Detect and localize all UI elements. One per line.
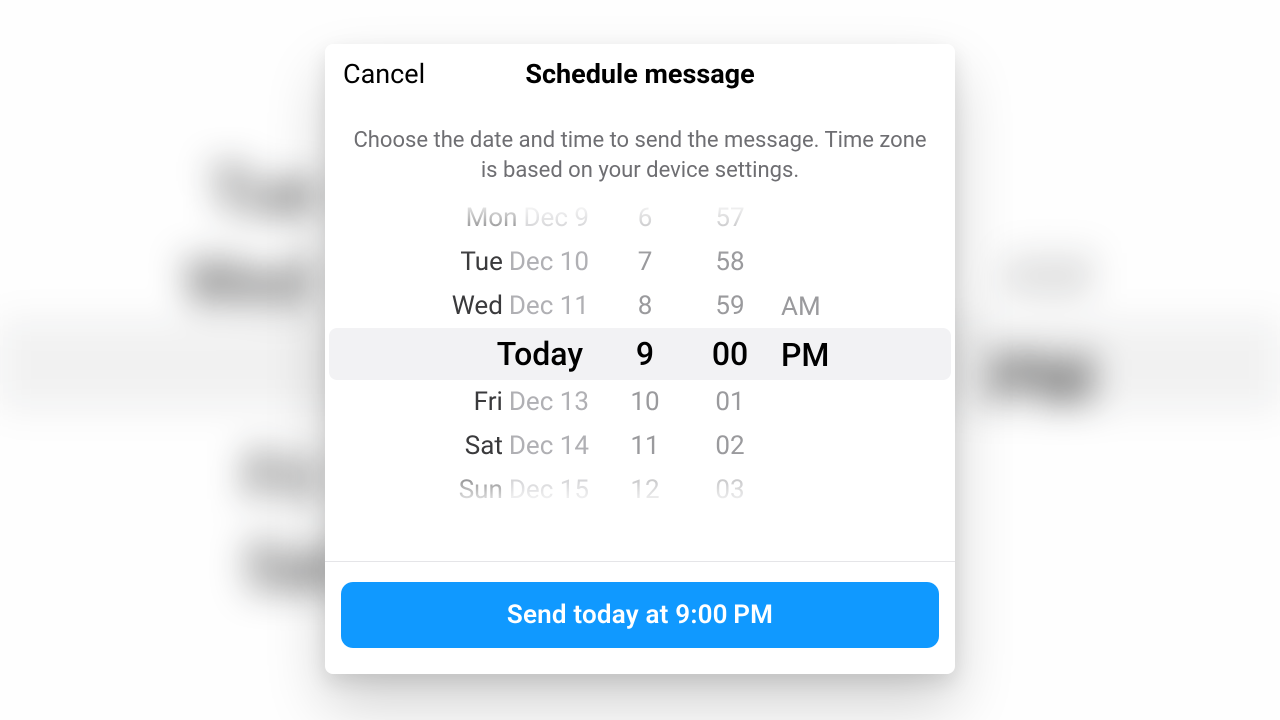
picker-hour-item: 11 bbox=[605, 424, 685, 468]
picker-date-item: FriDec 13 bbox=[474, 380, 589, 424]
picker-minute-item: 01 bbox=[685, 380, 775, 424]
picker-column-hour[interactable]: 6 7 8 9 10 11 12 bbox=[605, 199, 685, 509]
picker-minute-item: 59 bbox=[685, 284, 775, 328]
picker-column-minute[interactable]: 57 58 59 00 01 02 03 bbox=[685, 199, 775, 509]
picker-period-item: AM bbox=[781, 285, 821, 329]
picker-minute-item: 03 bbox=[685, 468, 775, 509]
modal-header: Cancel Schedule message bbox=[325, 44, 955, 104]
picker-date-item: WedDec 11 bbox=[452, 284, 589, 328]
datetime-picker[interactable]: MonDec 9 TueDec 10 WedDec 11 Today FriDe… bbox=[325, 199, 955, 509]
picker-date-item-selected: Today bbox=[497, 328, 589, 380]
picker-period-item-selected: PM bbox=[781, 329, 829, 381]
picker-minute-item: 02 bbox=[685, 424, 775, 468]
picker-hour-item: 10 bbox=[605, 380, 685, 424]
picker-hour-item-selected: 9 bbox=[605, 328, 685, 380]
cancel-button[interactable]: Cancel bbox=[343, 58, 425, 90]
picker-date-item: SunDec 15 bbox=[459, 468, 589, 509]
picker-date-item: TueDec 10 bbox=[460, 240, 589, 284]
picker-column-date[interactable]: MonDec 9 TueDec 10 WedDec 11 Today FriDe… bbox=[325, 199, 605, 509]
picker-minute-item-selected: 00 bbox=[685, 328, 775, 380]
picker-hour-item: 6 bbox=[605, 199, 685, 240]
modal-description: Choose the date and time to send the mes… bbox=[325, 104, 955, 193]
picker-hour-item: 12 bbox=[605, 468, 685, 509]
picker-minute-item: 57 bbox=[685, 199, 775, 240]
send-button[interactable]: Send today at 9:00 PM bbox=[341, 582, 939, 648]
picker-date-item: MonDec 9 bbox=[466, 199, 589, 240]
picker-hour-item: 7 bbox=[605, 240, 685, 284]
send-row: Send today at 9:00 PM bbox=[325, 562, 955, 674]
modal-title: Schedule message bbox=[525, 58, 754, 90]
picker-hour-item: 8 bbox=[605, 284, 685, 328]
picker-date-item: SatDec 14 bbox=[465, 424, 589, 468]
schedule-message-modal: Cancel Schedule message Choose the date … bbox=[325, 44, 955, 674]
picker-minute-item: 58 bbox=[685, 240, 775, 284]
picker-column-period[interactable]: AM PM bbox=[775, 199, 865, 509]
